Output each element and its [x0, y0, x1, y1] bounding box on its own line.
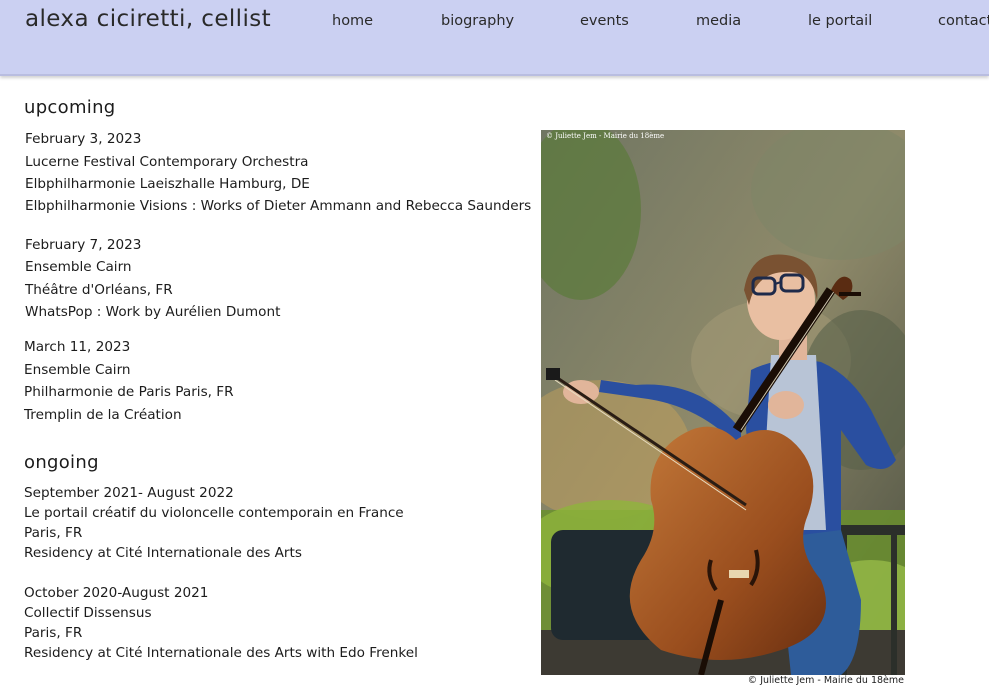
event-ensemble: Collectif Dissensus: [24, 605, 152, 621]
event-program: Le portail créatif du violoncelle contem…: [24, 505, 404, 521]
event-program: Tremplin de la Création: [24, 407, 182, 423]
cellist-photo: © Juliette Jem - Mairie du 18ème: [541, 130, 905, 675]
event-venue: Paris, FR: [24, 525, 83, 541]
event-date: March 11, 2023: [24, 339, 131, 355]
main-nav: home biography events media le portail c…: [0, 13, 989, 33]
photo-credit-overlay: © Juliette Jem - Mairie du 18ème: [546, 132, 665, 140]
nav-media[interactable]: media: [696, 13, 741, 29]
event-date: September 2021- August 2022: [24, 485, 234, 501]
event-program: Elbphilharmonie Visions : Works of Diete…: [25, 198, 532, 214]
event-venue: Paris, FR: [24, 625, 83, 641]
event-date: October 2020-August 2021: [24, 585, 209, 601]
nav-home[interactable]: home: [332, 13, 373, 29]
event-date: February 7, 2023: [25, 237, 142, 253]
nav-contact[interactable]: contact: [938, 13, 989, 29]
event-venue: Elbphilharmonie Laeiszhalle Hamburg, DE: [25, 176, 310, 192]
nav-biography[interactable]: biography: [441, 13, 514, 29]
event-program: WhatsPop : Work by Aurélien Dumont: [25, 304, 281, 320]
event-ensemble: Ensemble Cairn: [24, 362, 131, 378]
site-header: alexa ciciretti, cellist home biography …: [0, 0, 989, 76]
upcoming-heading: upcoming: [24, 97, 116, 118]
event-date: February 3, 2023: [25, 131, 142, 147]
photo-caption: © Juliette Jem - Mairie du 18ème: [747, 675, 904, 686]
event-ensemble: Lucerne Festival Contemporary Orchestra: [25, 154, 309, 170]
event-venue: Philharmonie de Paris Paris, FR: [24, 384, 234, 400]
nav-le-portail[interactable]: le portail: [808, 13, 872, 29]
event-residency: Residency at Cité Internationale des Art…: [24, 545, 302, 561]
event-residency: Residency at Cité Internationale des Art…: [24, 645, 418, 661]
event-ensemble: Ensemble Cairn: [25, 259, 132, 275]
nav-events[interactable]: events: [580, 13, 629, 29]
ongoing-heading: ongoing: [24, 452, 99, 473]
event-venue: Théâtre d'Orléans, FR: [25, 282, 173, 298]
